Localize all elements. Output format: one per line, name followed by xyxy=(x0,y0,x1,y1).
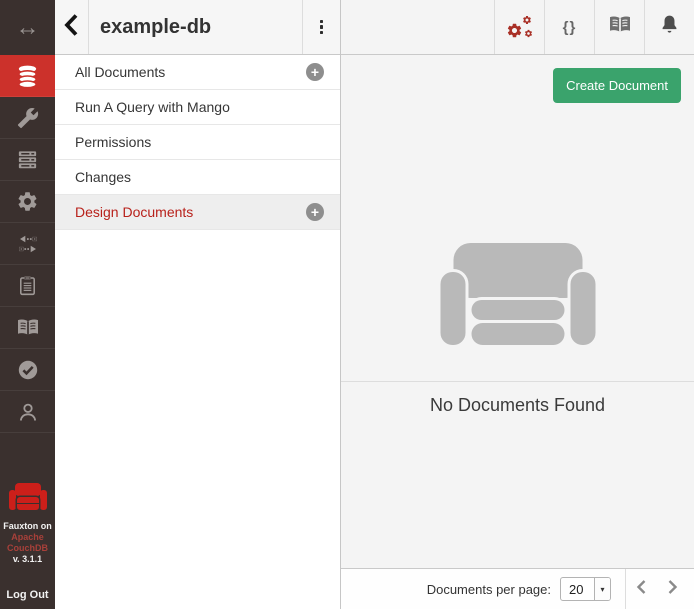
brand-text: Fauxton on Apache CouchDB v. 3.1.1 xyxy=(3,521,52,565)
empty-state-message: No Documents Found xyxy=(341,395,694,416)
sidebar-item-configuration[interactable] xyxy=(0,181,55,223)
sidebar-item-replication[interactable] xyxy=(0,223,55,265)
menu-item-label: Permissions xyxy=(75,134,151,150)
clipboard-icon xyxy=(16,274,39,297)
select-caret-icon: ▾ xyxy=(594,578,610,600)
add-icon[interactable]: + xyxy=(306,63,324,81)
wrench-icon xyxy=(17,107,39,129)
api-url-button[interactable]: {} xyxy=(544,0,594,54)
add-icon[interactable]: + xyxy=(306,203,324,221)
couch-shape xyxy=(453,243,582,298)
menu-item-all-documents[interactable]: All Documents + xyxy=(55,55,340,90)
admin-settings-button[interactable] xyxy=(494,0,544,54)
menu-item-changes[interactable]: Changes xyxy=(55,160,340,195)
sidebar-item-active-tasks[interactable] xyxy=(0,139,55,181)
bell-icon xyxy=(658,13,681,41)
chevron-left-icon xyxy=(635,578,648,601)
sidebar: ↔ xyxy=(0,0,55,609)
main-content: {} xyxy=(341,0,694,609)
logout-link[interactable]: Log Out xyxy=(6,589,48,601)
brand-line1: Fauxton on xyxy=(3,521,52,531)
sidebar-item-databases[interactable] xyxy=(0,55,55,97)
back-button[interactable] xyxy=(55,0,88,54)
documentation-button[interactable] xyxy=(594,0,644,54)
menu-item-label: Design Documents xyxy=(75,204,193,220)
gears-icon xyxy=(506,15,533,39)
couch-shape xyxy=(40,490,47,510)
sidebar-item-account[interactable] xyxy=(0,391,55,433)
couch-shape xyxy=(570,272,595,345)
docs-per-page-value: 20 xyxy=(561,578,594,600)
sidebar-item-clipboard[interactable] xyxy=(0,265,55,307)
sidebar-expand-button[interactable]: ↔ xyxy=(0,0,55,55)
sidebar-item-documentation[interactable] xyxy=(0,307,55,349)
database-title: example-db xyxy=(88,0,302,54)
empty-state-divider xyxy=(341,381,694,382)
version-label: v. 3.1.1 xyxy=(13,554,42,564)
apache-link[interactable]: Apache xyxy=(3,532,52,543)
per-page-label: Documents per page: xyxy=(427,582,551,597)
chevron-right-icon xyxy=(666,578,679,601)
open-book-icon xyxy=(16,316,40,340)
kebab-dot-icon xyxy=(320,31,323,34)
documents-empty-state: Create Document No Documents Found xyxy=(341,55,694,568)
braces-icon: {} xyxy=(563,19,577,36)
couch-shape xyxy=(471,323,564,345)
next-page-button[interactable] xyxy=(657,569,688,609)
menu-item-mango-query[interactable]: Run A Query with Mango xyxy=(55,90,340,125)
main-header: {} xyxy=(341,0,694,55)
menu-item-permissions[interactable]: Permissions xyxy=(55,125,340,160)
menu-item-label: Run A Query with Mango xyxy=(75,99,230,115)
open-book-icon xyxy=(608,13,632,42)
sidebar-item-setup[interactable] xyxy=(0,97,55,139)
docs-per-page-select[interactable]: 20 ▾ xyxy=(560,577,611,601)
sidebar-item-verify[interactable] xyxy=(0,349,55,391)
menu-item-design-documents[interactable]: Design Documents + xyxy=(55,195,340,230)
couch-shape xyxy=(9,490,16,510)
check-circle-icon xyxy=(16,358,40,382)
server-list-icon xyxy=(16,148,39,171)
couchdb-logo-icon[interactable] xyxy=(9,483,47,510)
fauxton-app: ↔ xyxy=(0,0,694,609)
sidebar-footer: Fauxton on Apache CouchDB v. 3.1.1 Log O… xyxy=(0,483,55,609)
replication-arrows-icon xyxy=(16,232,40,256)
sidebar-nav xyxy=(0,55,55,433)
previous-page-button[interactable] xyxy=(626,569,657,609)
database-panel-header: example-db xyxy=(55,0,340,55)
notifications-button[interactable] xyxy=(644,0,694,54)
double-arrow-icon: ↔ xyxy=(16,14,40,42)
couchdb-link[interactable]: CouchDB xyxy=(3,543,52,554)
database-icon xyxy=(15,63,40,89)
couch-shape xyxy=(471,300,564,320)
menu-item-label: Changes xyxy=(75,169,131,185)
couch-shape xyxy=(440,272,465,345)
couch-shape xyxy=(17,503,39,505)
empty-couch-illustration xyxy=(440,243,595,345)
pagination-footer: Documents per page: 20 ▾ xyxy=(341,568,694,609)
kebab-menu-button[interactable] xyxy=(302,0,340,54)
database-panel: example-db All Documents + Run A Query w… xyxy=(55,0,341,609)
kebab-dot-icon xyxy=(320,25,323,28)
database-menu: All Documents + Run A Query with Mango P… xyxy=(55,55,340,230)
create-document-button[interactable]: Create Document xyxy=(553,68,681,103)
chevron-left-icon xyxy=(62,12,81,43)
user-icon xyxy=(16,400,40,424)
gear-icon xyxy=(16,190,39,213)
menu-item-label: All Documents xyxy=(75,64,165,80)
couch-shape xyxy=(15,483,41,496)
kebab-dot-icon xyxy=(320,20,323,23)
